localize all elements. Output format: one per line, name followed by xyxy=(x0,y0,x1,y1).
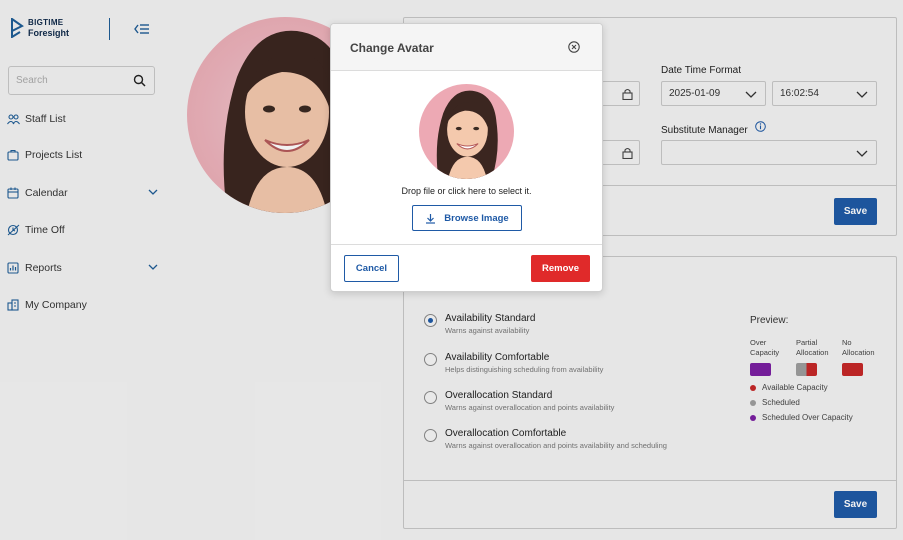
drop-zone-text[interactable]: Drop file or click here to select it. xyxy=(331,186,602,196)
cancel-button[interactable]: Cancel xyxy=(344,255,399,282)
browse-image-button[interactable]: Browse Image xyxy=(412,205,522,231)
remove-button[interactable]: Remove xyxy=(531,255,590,282)
close-icon[interactable] xyxy=(568,41,580,53)
browse-image-label: Browse Image xyxy=(444,212,509,224)
modal-header: Change Avatar xyxy=(331,24,602,71)
download-icon xyxy=(426,213,436,224)
change-avatar-modal: Change Avatar Drop file or click here to… xyxy=(330,23,603,292)
modal-footer-divider xyxy=(331,244,602,245)
avatar-portrait-image xyxy=(419,84,514,179)
modal-title: Change Avatar xyxy=(350,41,434,55)
avatar-preview xyxy=(419,84,514,179)
